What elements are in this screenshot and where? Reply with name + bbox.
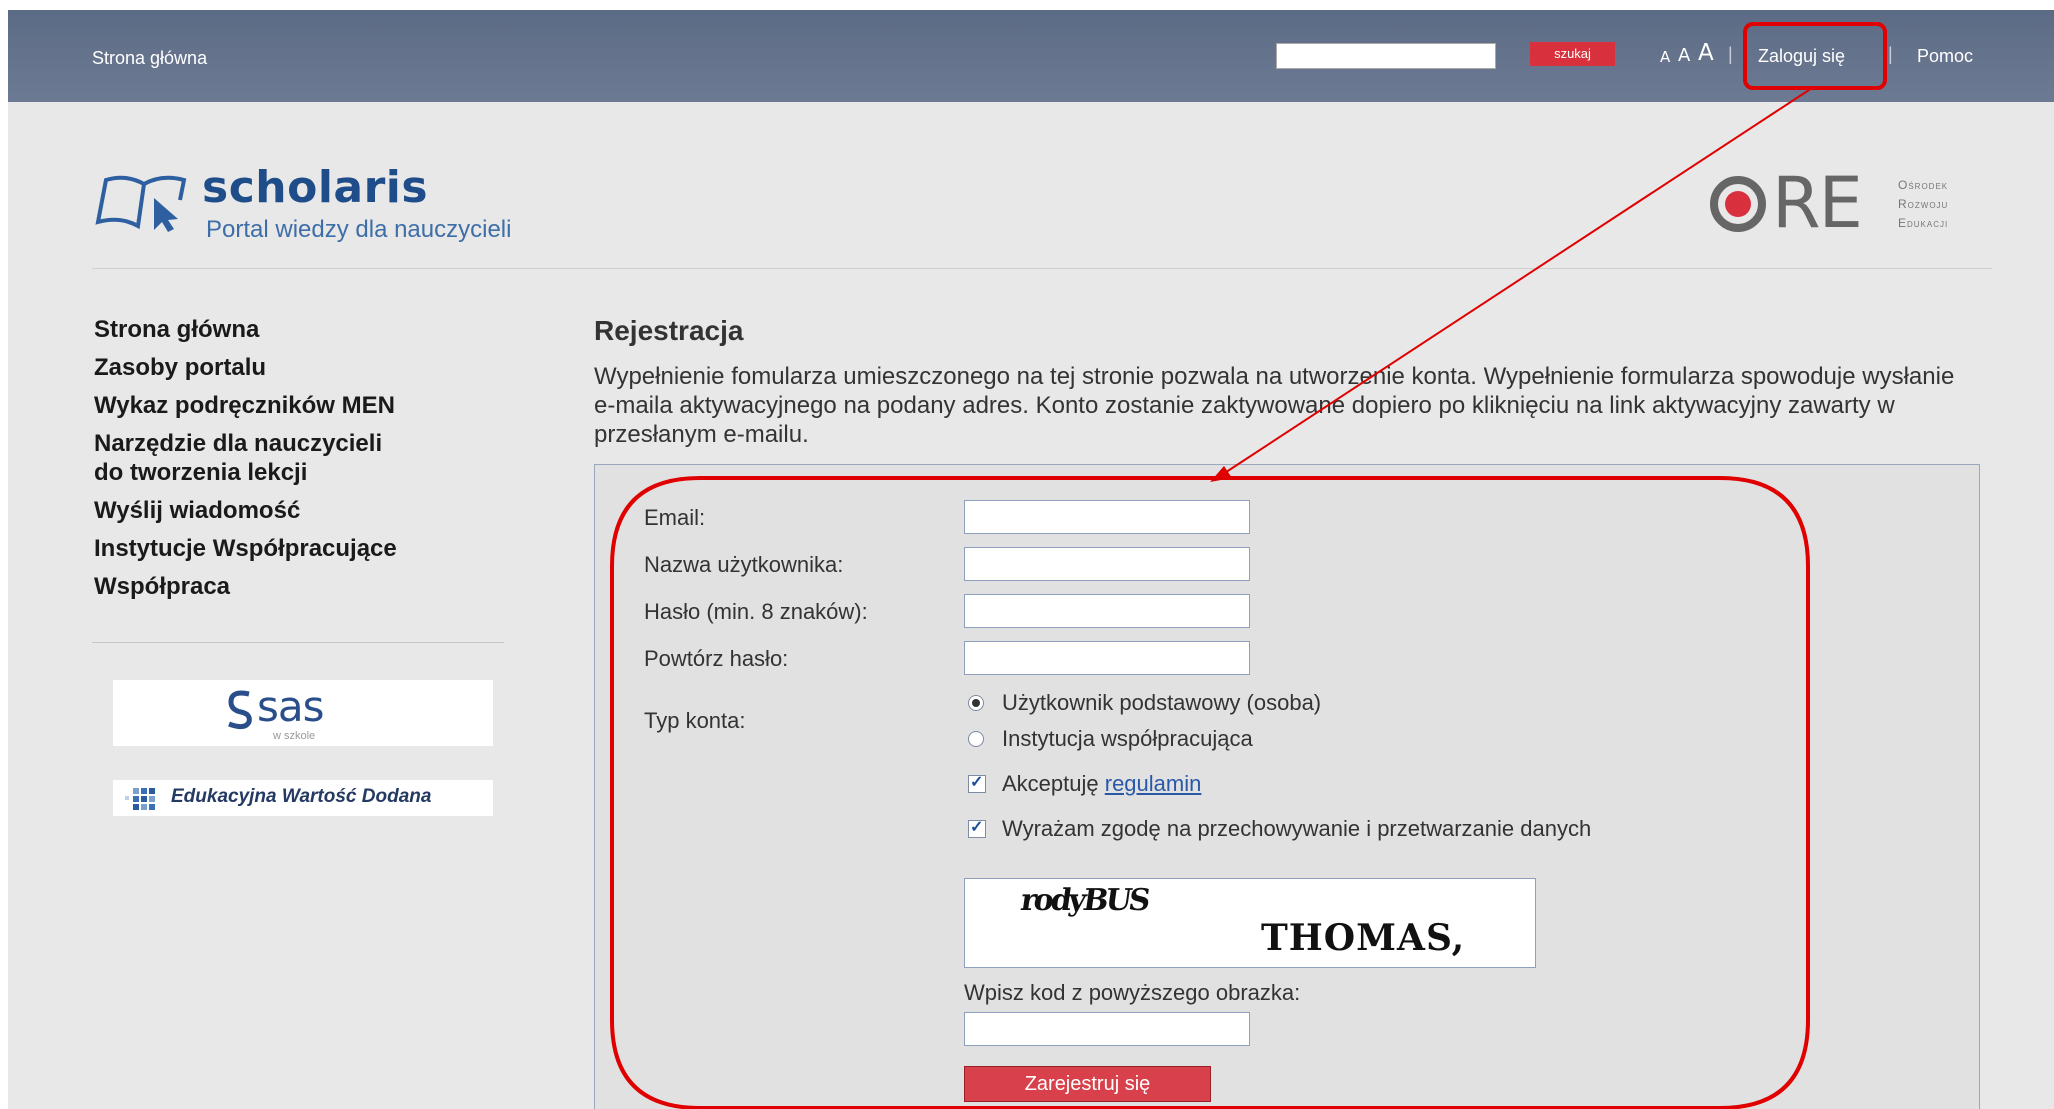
captcha-label: Wpisz kod z powyższego obrazka: — [964, 980, 1301, 1005]
logo-name: scholaris — [202, 162, 429, 213]
radio-basic-user[interactable] — [968, 695, 984, 711]
captcha-word-1: rodyBUS — [1018, 883, 1150, 918]
help-link[interactable]: Pomoc — [1917, 46, 1973, 67]
terms-link[interactable]: regulamin — [1105, 771, 1202, 796]
ore-logo[interactable]: RE Ośrodek Rozwoju Edukacji — [1708, 160, 2008, 250]
username-label: Nazwa użytkownika: — [644, 552, 844, 577]
radio-basic-user-label[interactable]: Użytkownik podstawowy (osoba) — [1002, 690, 1321, 716]
login-link[interactable]: Zaloguj się — [1758, 46, 1845, 67]
top-separator: | — [1888, 44, 1893, 64]
scholaris-logo[interactable]: scholaris Portal wiedzy dla nauczycieli — [92, 160, 612, 260]
accept-terms-checkbox[interactable]: ✓ — [968, 774, 986, 793]
font-size-medium-button[interactable]: A — [1678, 45, 1690, 66]
book-icon — [95, 175, 187, 232]
password-label: Hasło (min. 8 znaków): — [644, 599, 868, 624]
sidebar-item-institutions[interactable]: Instytucje Współpracujące — [94, 534, 514, 563]
sidebar-item-resources[interactable]: Zasoby portalu — [94, 353, 514, 382]
header-divider — [92, 268, 1992, 269]
sas-logo-text: sas — [257, 682, 325, 731]
top-separator: | — [1728, 44, 1733, 64]
search-button[interactable]: szukaj — [1530, 42, 1615, 66]
ore-line: Rozwoju — [1898, 197, 1949, 211]
sidebar-item-send-message[interactable]: Wyślij wiadomość — [94, 496, 514, 525]
ore-line: Ośrodek — [1898, 178, 1949, 192]
sidebar-item-cooperation[interactable]: Współpraca — [94, 572, 514, 601]
page-title: Rejestracja — [594, 315, 744, 346]
email-field[interactable] — [964, 500, 1250, 534]
accept-text: Akceptuję — [1002, 771, 1099, 796]
sidebar-item-lesson-tool-line2[interactable]: do tworzenia lekcji — [94, 458, 514, 487]
ore-subtitle: Ośrodek Rozwoju Edukacji — [1898, 176, 1948, 233]
font-size-small-button[interactable]: A — [1660, 48, 1670, 66]
logo-tagline: Portal wiedzy dla nauczycieli — [206, 216, 512, 243]
sidebar-item-textbooks[interactable]: Wykaz podręczników MEN — [94, 391, 514, 420]
ewd-banner[interactable]: Edukacyjna Wartość Dodana — [113, 780, 493, 816]
font-size-large-button[interactable]: A — [1698, 40, 1714, 66]
captcha-image: rodyBUS THOMAS, — [964, 878, 1536, 968]
checkmark-icon: ✓ — [970, 819, 984, 836]
ore-line: Edukacji — [1898, 216, 1949, 230]
sidebar-divider — [92, 642, 504, 643]
password-field[interactable] — [964, 594, 1250, 628]
page: Strona główna szukaj A A A | Zaloguj się… — [8, 10, 2054, 1109]
intro-text: Wypełnienie fomularza umieszczonego na t… — [594, 363, 1955, 448]
accept-terms-label: Akceptuję regulamin — [1002, 771, 1201, 797]
top-home-link[interactable]: Strona główna — [92, 48, 207, 69]
search-input[interactable] — [1276, 43, 1496, 69]
radio-institution-label[interactable]: Instytucja współpracująca — [1002, 726, 1253, 752]
captcha-word-2: THOMAS, — [1261, 917, 1466, 959]
register-button[interactable]: Zarejestruj się — [964, 1066, 1211, 1102]
sas-subtitle: w szkole — [273, 730, 316, 742]
ewd-text: Edukacyjna Wartość Dodana — [171, 786, 432, 807]
sidebar-item-lesson-tool[interactable]: Narzędzie dla nauczycieli — [94, 429, 514, 458]
username-field[interactable] — [964, 547, 1250, 581]
repeat-password-field[interactable] — [964, 641, 1250, 675]
ore-circle-icon — [1710, 176, 1766, 232]
sas-banner[interactable]: sas w szkole — [113, 680, 493, 746]
repeat-password-label: Powtórz hasło: — [644, 646, 789, 671]
ore-mark: RE — [1772, 162, 1863, 244]
radio-institution[interactable] — [968, 731, 984, 747]
sidebar-nav: Strona główna Zasoby portalu Wykaz podrę… — [94, 315, 514, 610]
ewd-grid-icon — [125, 788, 155, 810]
account-type-label: Typ konta: — [644, 708, 746, 733]
data-consent-label: Wyrażam zgodę na przechowywanie i przetw… — [1002, 816, 1592, 841]
sas-swirl-icon — [228, 690, 252, 730]
top-bar: Strona główna szukaj A A A | Zaloguj się… — [8, 10, 2054, 102]
checkmark-icon: ✓ — [970, 774, 984, 791]
data-consent-checkbox[interactable]: ✓ — [968, 819, 986, 838]
email-label: Email: — [644, 505, 706, 530]
captcha-field[interactable] — [964, 1012, 1250, 1046]
sidebar-item-home[interactable]: Strona główna — [94, 315, 514, 344]
